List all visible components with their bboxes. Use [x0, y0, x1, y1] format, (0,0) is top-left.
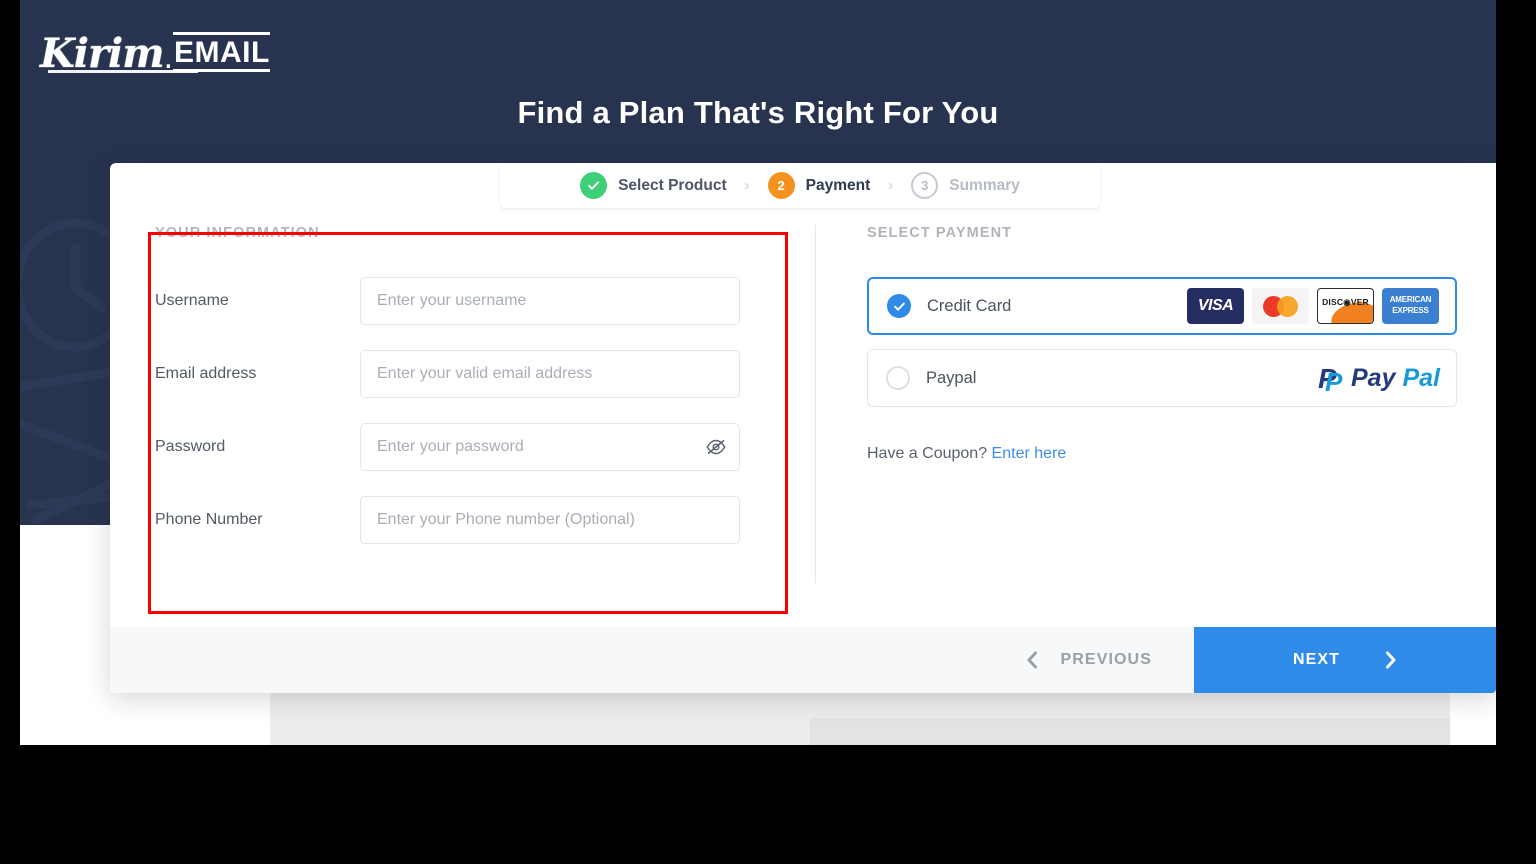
chevron-left-icon	[1027, 651, 1037, 669]
visa-icon: VISA	[1187, 288, 1244, 324]
phone-input-wrap	[360, 496, 740, 544]
mastercard-icon	[1252, 288, 1309, 324]
paypal-mark-front: P	[1324, 367, 1343, 397]
password-input-wrap	[360, 423, 740, 471]
background-panel-secondary	[810, 718, 1450, 745]
logo-underline	[48, 70, 198, 73]
american-express-icon: AMERICAN EXPRESS	[1382, 288, 1439, 324]
form-row-username: Username	[155, 277, 795, 325]
email-input-wrap	[360, 350, 740, 398]
form-row-phone: Phone Number	[155, 496, 795, 544]
discover-icon: DISC◉VER	[1317, 288, 1374, 324]
amex-line-2: EXPRESS	[1392, 306, 1429, 315]
accepted-card-logos: VISA DISC◉VER AMERICAN EXPRESS	[1187, 288, 1439, 324]
username-input-wrap	[360, 277, 740, 325]
coupon-row: Have a Coupon? Enter here	[867, 445, 1457, 463]
paypal-wordmark-pal: Pal	[1402, 363, 1440, 392]
previous-button-label: PREVIOUS	[1060, 651, 1152, 668]
form-row-password: Password	[155, 423, 795, 471]
step-separator-2: ›	[888, 177, 894, 194]
check-icon	[893, 302, 905, 311]
amex-icon-text: AMERICAN EXPRESS	[1382, 294, 1439, 316]
username-input[interactable]	[360, 277, 740, 325]
password-label: Password	[155, 438, 226, 455]
card-footer: PREVIOUS NEXT	[110, 627, 1496, 693]
coupon-enter-here-link[interactable]: Enter here	[992, 445, 1067, 462]
step-1-label: Select Product	[618, 176, 727, 194]
payment-option-paypal[interactable]: Paypal P P Pay Pal	[867, 349, 1457, 407]
coupon-question: Have a Coupon?	[867, 445, 988, 462]
visa-icon-text: VISA	[1197, 297, 1234, 314]
toggle-password-visibility-button[interactable]	[706, 437, 726, 457]
payment-option-credit-card[interactable]: Credit Card VISA DISC◉VER AMERICAN EXPRE…	[867, 277, 1457, 335]
credit-card-label: Credit Card	[927, 296, 1012, 315]
next-button[interactable]: NEXT	[1194, 627, 1496, 693]
select-payment-heading: SELECT PAYMENT	[867, 225, 1013, 241]
chevron-right-icon	[1386, 651, 1396, 669]
logo-script-text: Kirim	[40, 30, 165, 77]
step-2-label: Payment	[805, 176, 871, 194]
step-summary[interactable]: 3 Summary	[911, 172, 1020, 199]
amex-line-1: AMERICAN	[1389, 295, 1432, 304]
step-payment[interactable]: 2 Payment	[767, 172, 871, 199]
check-icon	[588, 181, 600, 190]
logo-mail-text: EMAIL	[173, 32, 270, 72]
step-select-product[interactable]: Select Product	[580, 172, 727, 199]
previous-button[interactable]: PREVIOUS	[984, 627, 1195, 693]
your-information-heading: YOUR INFORMATION	[155, 225, 320, 241]
step-1-status-icon	[580, 172, 608, 199]
logo-dot: .	[163, 38, 174, 76]
phone-input[interactable]	[360, 496, 740, 544]
your-information-panel: YOUR INFORMATION Username Email address …	[155, 225, 795, 569]
browser-viewport: Kirim . EMAIL Find a Plan That's Right F…	[20, 0, 1496, 745]
form-row-email: Email address	[155, 350, 795, 398]
email-input[interactable]	[360, 350, 740, 398]
select-payment-panel: SELECT PAYMENT Credit Card VISA DISC◉VER…	[867, 225, 1457, 463]
paypal-wordmark-pay: Pay	[1350, 363, 1396, 392]
step-3-label: Summary	[949, 176, 1020, 194]
step-3-number: 3	[911, 172, 939, 199]
eye-slash-icon	[706, 439, 726, 455]
email-label: Email address	[155, 365, 257, 382]
paypal-mark: P P	[1318, 363, 1344, 397]
step-2-number: 2	[767, 172, 795, 199]
phone-label: Phone Number	[155, 511, 263, 528]
checkout-stepper: Select Product › 2 Payment › 3 Summary	[500, 163, 1100, 208]
username-label: Username	[155, 292, 229, 309]
checkout-card: YOUR INFORMATION Username Email address …	[110, 163, 1496, 693]
brand-logo[interactable]: Kirim . EMAIL	[40, 24, 270, 74]
paypal-label: Paypal	[926, 368, 977, 387]
checkout-card-body: YOUR INFORMATION Username Email address …	[110, 163, 1496, 627]
paypal-icon: P P Pay Pal	[1318, 363, 1440, 397]
panel-divider	[815, 225, 816, 583]
step-separator-1: ›	[744, 177, 750, 194]
page-title: Find a Plan That's Right For You	[517, 95, 999, 130]
discover-icon-text: DISC◉VER	[1322, 297, 1369, 307]
next-button-label: NEXT	[1292, 651, 1341, 668]
credit-card-radio[interactable]	[887, 294, 911, 318]
password-input[interactable]	[360, 423, 740, 471]
mastercard-yellow-circle	[1277, 296, 1298, 317]
paypal-radio[interactable]	[886, 366, 910, 390]
